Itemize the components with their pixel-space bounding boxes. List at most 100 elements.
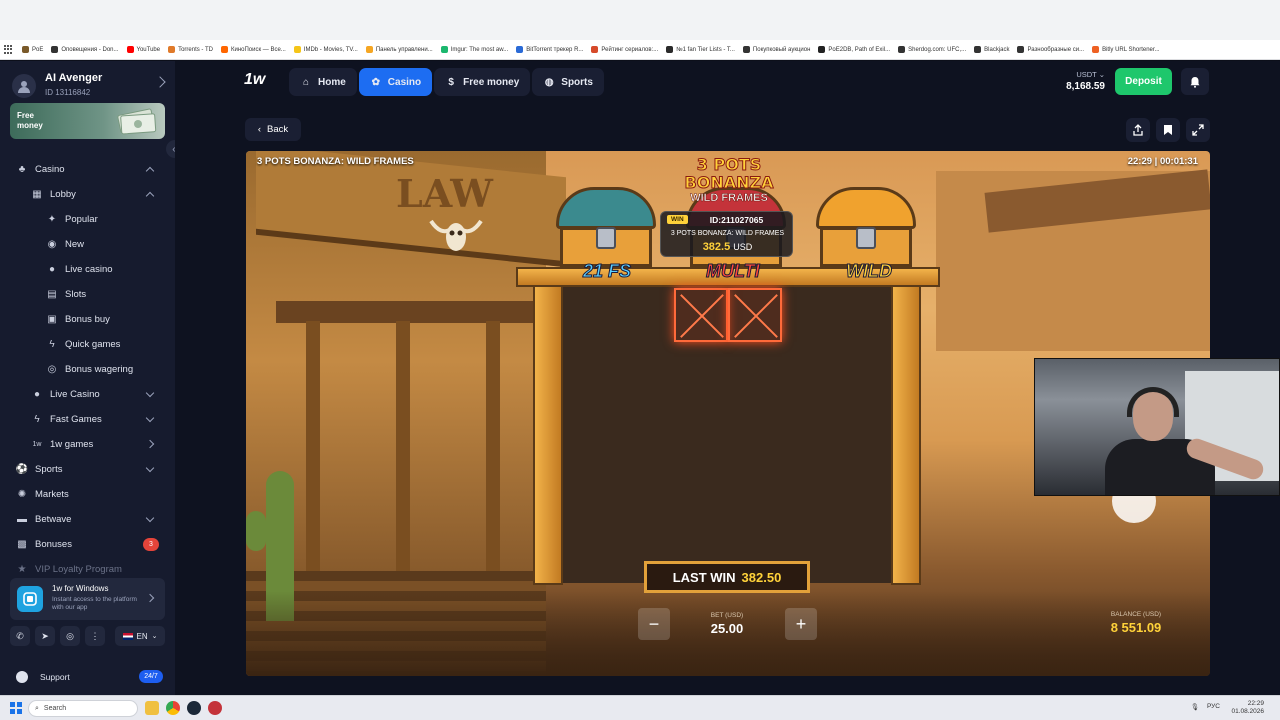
sidebar-nav: ♣ Casino ▦ Lobby ✦ Popular ◉ New ● Live casino ▤ Sl…	[0, 157, 175, 582]
bookmark-label: Панель управлени...	[375, 46, 433, 53]
bookmark-item[interactable]: Blackjack	[970, 40, 1013, 59]
more-icon[interactable]: ⋮	[85, 626, 105, 646]
tab-casino[interactable]: ✿ Casino	[358, 68, 433, 96]
sidebar-item-betwave[interactable]: ▬ Betwave	[0, 507, 175, 532]
sidebar-item-live-casino[interactable]: ● Live casino	[0, 257, 175, 282]
share-button[interactable]	[1126, 118, 1150, 142]
tab-label: Sports	[561, 76, 593, 88]
tab-free-money[interactable]: $ Free money	[434, 68, 531, 96]
fullscreen-button[interactable]	[1186, 118, 1210, 142]
system-tray[interactable]: 🎙 РУС	[1191, 703, 1220, 711]
sparkle-icon: ✦	[47, 214, 57, 225]
bookmark-favicon-icon	[126, 46, 134, 53]
sidebar-item-label: Fast Games	[50, 414, 102, 425]
bookmark-item[interactable]: BitTorrent трекер R...	[512, 40, 587, 59]
chrome-icon[interactable]	[166, 701, 180, 715]
support-link[interactable]: Support 24/7	[10, 667, 165, 687]
windows-start-icon[interactable]	[10, 702, 22, 714]
sidebar-item-label: Betwave	[35, 514, 72, 525]
sidebar-item-sports[interactable]: ⚽ Sports	[0, 457, 175, 482]
treasure-chest-orange	[816, 187, 916, 271]
sidebar-item-lobby[interactable]: ▦ Lobby	[0, 182, 175, 207]
notifications-button[interactable]	[1181, 68, 1209, 95]
language-label: EN	[136, 631, 148, 641]
sidebar-item-markets[interactable]: ✺ Markets	[0, 482, 175, 507]
app-icon[interactable]	[208, 701, 222, 715]
right-post	[891, 285, 921, 585]
tab-home[interactable]: ⌂ Home	[289, 68, 357, 96]
sidebar-item-slots[interactable]: ▤ Slots	[0, 282, 175, 307]
sidebar-item-quick-games[interactable]: ϟ Quick games	[0, 332, 175, 357]
free-money-banner[interactable]: Free money	[10, 103, 165, 139]
back-label: Back	[267, 124, 289, 135]
live-casino-icon: ●	[33, 389, 41, 400]
instagram-icon[interactable]: ◎	[60, 626, 80, 646]
apps-icon[interactable]	[4, 44, 14, 55]
bookmark-item[interactable]: Sherdog.com: UFC,...	[894, 40, 970, 59]
chevron-right-icon	[145, 439, 155, 449]
support-label: Support	[40, 672, 70, 682]
currency-selector[interactable]: USDT ⌄	[1060, 70, 1105, 79]
bookmark-label: Оповещения - Don...	[61, 46, 119, 53]
bookmark-item[interactable]: Рейтинг сериалов:...	[587, 40, 662, 59]
deposit-button[interactable]: Deposit	[1115, 68, 1172, 95]
sidebar-item-popular[interactable]: ✦ Popular	[0, 207, 175, 232]
sidebar: AI Avenger ID 13116842 Free money « ♣ Cas…	[0, 61, 175, 695]
site-logo[interactable]: 1w	[244, 71, 265, 89]
bookmark-label: Разнообразные си...	[1027, 46, 1085, 53]
sidebar-item-fast-games[interactable]: ϟ Fast Games	[0, 407, 175, 432]
sidebar-item-bonus-wagering[interactable]: ◎ Bonus wagering	[0, 357, 175, 382]
game-balance-value: 8 551.09	[1110, 620, 1162, 635]
bookmark-item[interactable]: PoE2DB, Path of Exil...	[814, 40, 894, 59]
balance-display[interactable]: USDT ⌄ 8,168.59	[1060, 70, 1105, 92]
bookmark-item[interactable]: №1 fan Tier Lists - T...	[662, 40, 739, 59]
language-selector[interactable]: EN ⌄	[115, 626, 165, 646]
sidebar-item-casino[interactable]: ♣ Casino	[0, 157, 175, 182]
sidebar-item-bonuses[interactable]: ▩ Bonuses 3	[0, 532, 175, 557]
windows-promo-title: 1w for Windows	[52, 584, 109, 593]
chevron-down-icon	[145, 513, 155, 523]
bookmark-item[interactable]: Покупковый аукцион	[739, 40, 814, 59]
lightning-icon: ϟ	[34, 414, 40, 425]
bookmark-item[interactable]: Оповещения - Don...	[47, 40, 122, 59]
increase-bet-button[interactable]: +	[785, 608, 817, 640]
sidebar-item-label: Live Casino	[50, 389, 100, 400]
sidebar-item-bonus-buy[interactable]: ▣ Bonus buy	[0, 307, 175, 332]
tab-sports[interactable]: ◍ Sports	[532, 68, 604, 96]
chevron-down-icon	[145, 388, 155, 398]
bookmark-item[interactable]: Torrents - TD	[164, 40, 217, 59]
bookmark-favicon-icon	[974, 46, 982, 53]
bookmark-item[interactable]: Bitly URL Shortener...	[1088, 40, 1163, 59]
bookmark-item[interactable]: КиноПоиск — Все...	[217, 40, 290, 59]
share-icon	[1133, 124, 1143, 136]
steam-icon[interactable]	[187, 701, 201, 715]
last-win-value: 382.50	[741, 569, 782, 585]
windows-app-promo[interactable]: 1w for Windows Instant access to the pla…	[10, 578, 165, 620]
browser-toolbar	[0, 0, 1280, 40]
bookmark-item[interactable]: Разнообразные си...	[1013, 40, 1088, 59]
bookmark-item[interactable]: Imgur: The most aw...	[437, 40, 513, 59]
porch-post	[396, 321, 410, 581]
telegram-icon[interactable]: ➤	[35, 626, 55, 646]
decrease-bet-button[interactable]: −	[638, 608, 670, 640]
sidebar-item-live-casino[interactable]: ● Live Casino	[0, 382, 175, 407]
casino-icon: ♣	[18, 164, 26, 175]
taskbar-clock[interactable]: 22:29 01.08.2026	[1231, 700, 1264, 716]
bookmark-item[interactable]: IMDb - Movies, TV...	[290, 40, 362, 59]
bookmark-label: IMDb - Movies, TV...	[303, 46, 358, 53]
user-profile[interactable]: AI Avenger ID 13116842	[10, 69, 170, 99]
avatar	[12, 74, 36, 98]
taskbar-search[interactable]: ⌕ Search	[28, 700, 138, 717]
whatsapp-icon[interactable]: ✆	[10, 626, 30, 646]
bookmark-item[interactable]: PoE	[18, 40, 47, 59]
sidebar-item-label: Bonuses	[35, 539, 72, 550]
back-button[interactable]: ‹ Back	[245, 118, 301, 141]
file-explorer-icon[interactable]	[145, 701, 159, 715]
sidebar-item-label: New	[65, 239, 85, 250]
bookmark-item[interactable]: Панель управлени...	[362, 40, 437, 59]
collapse-sidebar-button[interactable]: «	[166, 140, 175, 158]
sidebar-item-1w-games[interactable]: 1w 1w games	[0, 432, 175, 457]
sidebar-item-new[interactable]: ◉ New	[0, 232, 175, 257]
bookmark-button[interactable]	[1156, 118, 1180, 142]
bookmark-item[interactable]: YouTube	[123, 40, 165, 59]
